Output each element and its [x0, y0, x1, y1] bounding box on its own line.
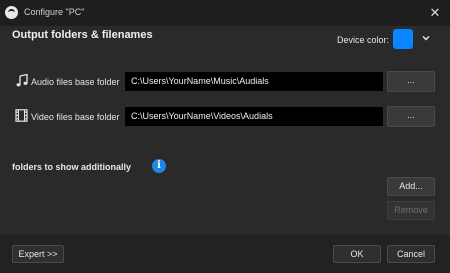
video-browse-button[interactable]: ...: [387, 106, 435, 127]
audio-folder-input[interactable]: C:\Users\YourName\Music\Audials: [125, 72, 383, 91]
title-bar: Configure "PC" ✕: [0, 0, 450, 26]
video-folder-input[interactable]: C:\Users\YourName\Videos\Audials: [125, 107, 383, 126]
expert-button[interactable]: Expert >>: [12, 245, 64, 263]
section-heading: Output folders & filenames: [12, 29, 153, 41]
remove-folder-button[interactable]: Remove: [387, 201, 435, 220]
audio-folder-label: Audio files base folder: [31, 77, 120, 87]
dialog-footer: Expert >> OK Cancel: [0, 235, 450, 273]
chevron-down-icon[interactable]: [421, 33, 431, 43]
window-title: Configure "PC": [24, 7, 85, 17]
dialog-content: Output folders & filenames Device color:…: [0, 26, 450, 235]
close-button[interactable]: ✕: [426, 4, 444, 22]
additional-folders-label: folders to show additionally: [12, 162, 132, 172]
ok-button[interactable]: OK: [333, 245, 381, 263]
cancel-button[interactable]: Cancel: [387, 245, 435, 263]
add-folder-button[interactable]: Add...: [387, 177, 435, 196]
device-color-swatch[interactable]: [393, 29, 413, 49]
info-icon[interactable]: i: [152, 159, 166, 173]
device-color-label: Device color:: [337, 35, 390, 45]
audials-logo-icon: [5, 6, 18, 19]
audio-browse-button[interactable]: ...: [387, 71, 435, 92]
film-strip-icon: [15, 109, 28, 122]
video-folder-label: Video files base folder: [31, 112, 120, 122]
music-note-icon: [16, 74, 28, 87]
